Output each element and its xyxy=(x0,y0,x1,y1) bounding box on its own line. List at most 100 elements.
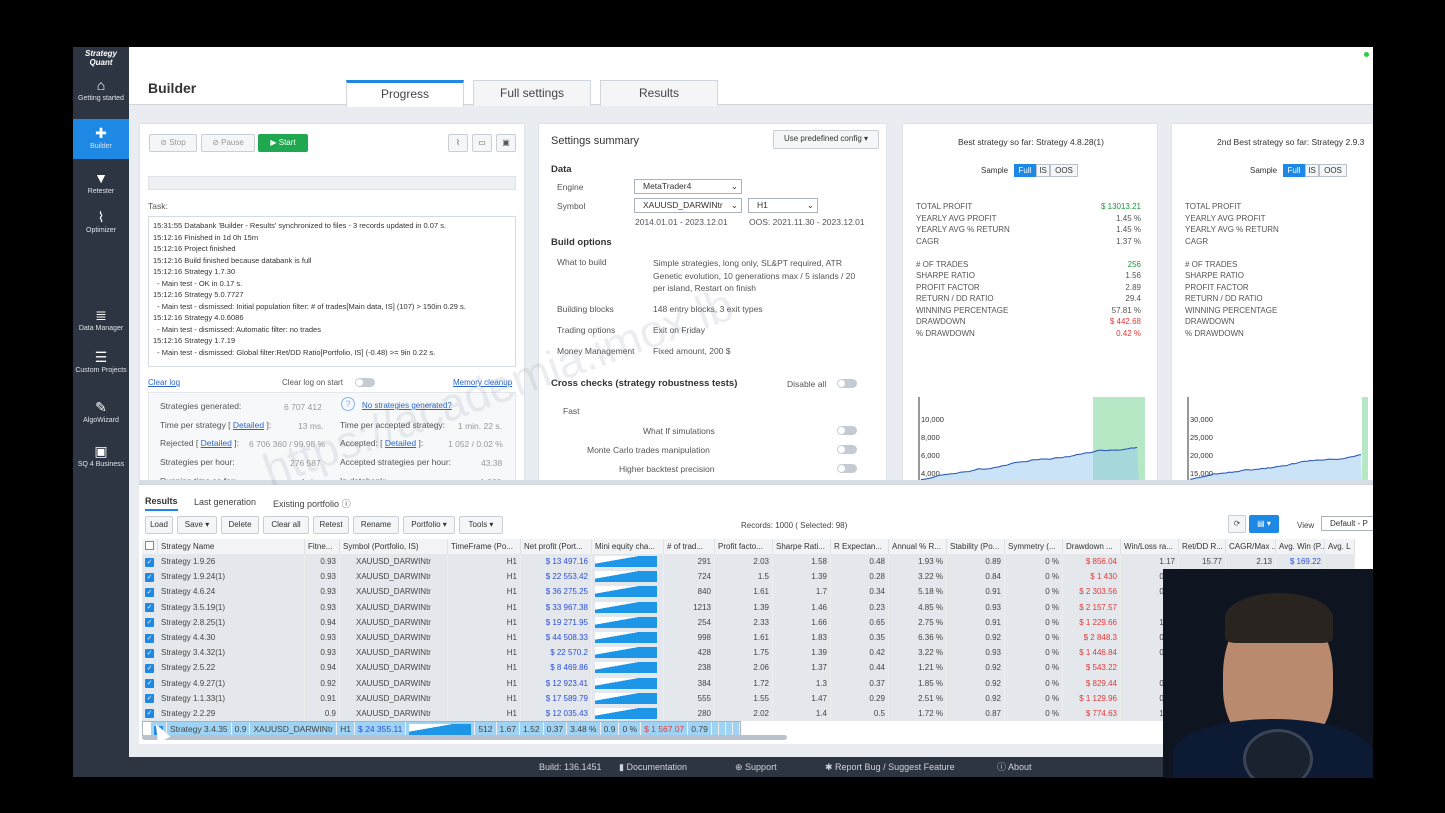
row-checkbox[interactable]: ✓ xyxy=(142,691,158,706)
disable-all-toggle[interactable] xyxy=(837,379,857,388)
mini-equity-chart xyxy=(592,660,664,675)
column-header[interactable]: Symbol (Portfolio, IS) xyxy=(340,539,448,554)
tab-existing-portfolio[interactable]: Existing portfolio ⓘ xyxy=(273,497,351,510)
open-button[interactable]: ▭ xyxy=(472,134,492,152)
columns-button[interactable]: ▤ ▾ xyxy=(1249,515,1279,533)
column-header[interactable]: Net profit (Port... xyxy=(521,539,592,554)
sidebar-item-sq-4-business[interactable]: ▣ SQ 4 Business xyxy=(73,443,129,481)
detailed-link[interactable]: Detailed xyxy=(233,420,264,430)
splitter[interactable] xyxy=(139,480,1373,484)
column-header[interactable]: Strategy Name xyxy=(158,539,305,554)
report-bug-label: Report Bug / Suggest Feature xyxy=(835,762,955,772)
tab-full-settings[interactable]: Full settings xyxy=(473,80,591,106)
row-checkbox[interactable]: ✓ xyxy=(142,660,158,675)
load-button[interactable]: Load xyxy=(145,516,173,534)
column-header[interactable]: CAGR/Max ... xyxy=(1226,539,1276,554)
metric-value: 0.42 % xyxy=(1116,329,1141,338)
sidebar-item-getting-started[interactable]: ⌂ Getting started xyxy=(73,77,129,115)
higher-precision-toggle[interactable] xyxy=(837,464,857,473)
table-row[interactable]: ✓ Strategy 3.4.35 0.9 XAUUSD_DARWINtr H1 $ 24… xyxy=(142,721,741,736)
sample-is-toggle-2[interactable]: IS xyxy=(1305,164,1319,177)
sample-oos-toggle[interactable]: OOS xyxy=(1050,164,1078,177)
column-header[interactable]: TimeFrame (Po... xyxy=(448,539,521,554)
rejected-detailed-link[interactable]: Detailed xyxy=(201,438,232,448)
start-button[interactable]: ▶ Start xyxy=(258,134,308,152)
support-link[interactable]: ⊕ Support xyxy=(735,757,777,777)
column-header[interactable]: Profit facto... xyxy=(715,539,773,554)
row-checkbox[interactable]: ✓ xyxy=(142,706,158,721)
about-link[interactable]: ⓘ About xyxy=(997,757,1032,777)
portfolio-button[interactable]: Portfolio ▾ xyxy=(403,516,455,534)
documentation-link[interactable]: ▮ Documentation xyxy=(619,757,687,777)
table-row[interactable]: ✓ Strategy 1.9.26 0.93 XAUUSD_DARWINtr H1 $ 1… xyxy=(142,554,1355,569)
save-button[interactable]: Save ▾ xyxy=(177,516,217,534)
rename-button[interactable]: Rename xyxy=(353,516,399,534)
row-checkbox[interactable]: ✓ xyxy=(142,630,158,645)
delete-button[interactable]: Delete xyxy=(221,516,259,534)
stop-button[interactable]: ⊘ Stop xyxy=(149,134,197,152)
column-header[interactable]: Ret/DD R... xyxy=(1179,539,1226,554)
tab-last-generation[interactable]: Last generation xyxy=(194,497,256,507)
column-header[interactable]: Avg. Win (P... xyxy=(1276,539,1325,554)
save-button[interactable]: ▣ xyxy=(496,134,516,152)
refresh-button[interactable]: ⟳ xyxy=(1228,515,1246,533)
sample-full-toggle[interactable]: Full xyxy=(1014,164,1036,177)
memory-cleanup-link[interactable]: Memory cleanup xyxy=(453,378,512,387)
row-checkbox[interactable]: ✓ xyxy=(142,645,158,660)
column-header[interactable]: Win/Loss ra... xyxy=(1121,539,1179,554)
column-header[interactable]: Stability (Po... xyxy=(947,539,1005,554)
sidebar-item-retester[interactable]: ▼ Retester xyxy=(73,170,129,208)
no-strategies-link[interactable]: No strategies generated? xyxy=(362,401,452,410)
row-checkbox[interactable]: ✓ xyxy=(142,569,158,584)
column-header[interactable]: Sharpe Rati... xyxy=(773,539,831,554)
column-header[interactable]: Drawdown ... xyxy=(1063,539,1121,554)
horizontal-scrollbar[interactable] xyxy=(142,735,787,740)
sidebar-item-algowizard[interactable]: ✎ AlgoWizard xyxy=(73,399,129,437)
timeframe-select[interactable]: H1 ⌄ xyxy=(748,198,818,213)
column-header[interactable]: Avg. L xyxy=(1325,539,1355,554)
predefined-config-button[interactable]: Use predefined config ▾ xyxy=(773,130,879,149)
row-checkbox[interactable]: ✓ xyxy=(142,600,158,615)
row-checkbox[interactable]: ✓ xyxy=(142,676,158,691)
what-if-toggle[interactable] xyxy=(837,426,857,435)
sample-is-toggle[interactable]: IS xyxy=(1036,164,1050,177)
sidebar-item-optimizer[interactable]: ⌇ Optimizer xyxy=(73,209,129,247)
clearall-button[interactable]: Clear all xyxy=(263,516,309,534)
row-checkbox[interactable]: ✓ xyxy=(142,615,158,630)
column-header[interactable]: Fitne... xyxy=(305,539,340,554)
row-checkbox[interactable]: ✓ xyxy=(142,584,158,599)
mini-equity-sparkline xyxy=(595,556,657,567)
symbol-select[interactable]: XAUUSD_DARWINtr ⌄ xyxy=(634,198,742,213)
column-header[interactable]: R Expectan... xyxy=(831,539,889,554)
pause-button[interactable]: ⊘ Pause xyxy=(201,134,255,152)
column-header[interactable]: Symmetry (... xyxy=(1005,539,1063,554)
sidebar-item-data-manager[interactable]: ≣ Data Manager xyxy=(73,307,129,345)
accepted-detailed-link[interactable]: Detailed xyxy=(385,438,416,448)
clear-log-on-start-toggle[interactable] xyxy=(355,378,375,387)
tools-button[interactable]: Tools ▾ xyxy=(459,516,503,534)
sample-oos-toggle-2[interactable]: OOS xyxy=(1319,164,1347,177)
table-cell: 0 % xyxy=(1005,600,1063,615)
sidebar-item-builder[interactable]: ✚ Builder xyxy=(73,119,129,159)
table-cell: 15.77 xyxy=(1179,554,1226,569)
select-all-checkbox[interactable] xyxy=(142,539,158,554)
tab-results-grid[interactable]: Results xyxy=(145,496,178,511)
tab-progress[interactable]: Progress xyxy=(346,80,464,107)
retest-button[interactable]: Retest xyxy=(313,516,349,534)
report-bug-link[interactable]: ✱ Report Bug / Suggest Feature xyxy=(825,757,955,777)
table-cell: 0 % xyxy=(1005,630,1063,645)
tab-results[interactable]: Results xyxy=(600,80,718,106)
clear-log-link[interactable]: Clear log xyxy=(148,378,180,387)
sidebar-item-custom-projects[interactable]: ☰ Custom Projects xyxy=(73,349,129,387)
table-cell: 280 xyxy=(664,706,715,721)
engine-select[interactable]: MetaTrader4 ⌄ xyxy=(634,179,742,194)
column-header[interactable]: # of trad... xyxy=(664,539,715,554)
column-header[interactable]: Annual % R... xyxy=(889,539,947,554)
row-checkbox[interactable]: ✓ xyxy=(142,554,158,569)
monte-carlo-toggle[interactable] xyxy=(837,445,857,454)
chart-toggle-button[interactable]: ⌇ xyxy=(448,134,468,152)
column-header[interactable]: Mini equity cha... xyxy=(592,539,664,554)
sample-full-toggle-2[interactable]: Full xyxy=(1283,164,1305,177)
table-cell: 0 % xyxy=(1005,660,1063,675)
view-select[interactable]: Default - P xyxy=(1321,516,1373,531)
